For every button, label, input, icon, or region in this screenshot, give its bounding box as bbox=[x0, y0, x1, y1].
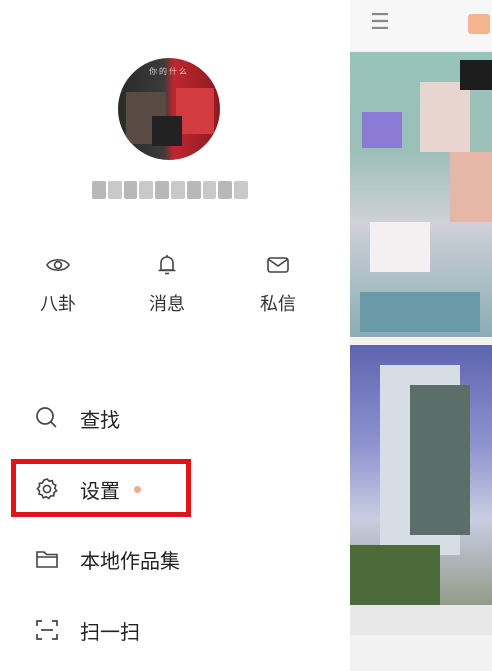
menu-icon[interactable]: ☰ bbox=[370, 10, 390, 35]
feed-header: ☰ bbox=[350, 0, 492, 50]
mail-icon bbox=[267, 257, 289, 273]
settings-highlight-box bbox=[11, 459, 191, 517]
menu-item-scan[interactable]: 扫一扫 bbox=[34, 610, 140, 650]
avatar[interactable]: 你的什么 bbox=[118, 58, 220, 160]
scan-icon bbox=[36, 620, 58, 640]
menu-item-label: 查找 bbox=[80, 407, 120, 432]
quick-action-label: 私信 bbox=[260, 294, 296, 315]
feed-tab-accent bbox=[468, 14, 490, 34]
feed-card-image[interactable] bbox=[350, 52, 492, 337]
feed-card-image[interactable] bbox=[350, 345, 492, 635]
background-feed: ☰ bbox=[350, 0, 492, 671]
menu-item-label: 扫一扫 bbox=[80, 619, 140, 644]
quick-action-label: 八卦 bbox=[40, 294, 76, 315]
menu-item-local-portfolio[interactable]: 本地作品集 bbox=[34, 539, 180, 579]
menu-item-search[interactable]: 查找 bbox=[34, 398, 120, 438]
quick-action-direct-messages[interactable]: 私信 bbox=[248, 252, 308, 316]
side-drawer: 你的什么 八卦 消息 私信 查找 设置 本地作品集 扫一扫 bbox=[0, 0, 350, 671]
avatar-caption: 你的什么 bbox=[149, 67, 189, 76]
search-icon bbox=[36, 407, 57, 428]
quick-action-label: 消息 bbox=[149, 294, 185, 315]
menu-item-label: 本地作品集 bbox=[80, 548, 180, 573]
quick-action-gossip[interactable]: 八卦 bbox=[28, 252, 88, 316]
bell-icon bbox=[158, 255, 176, 275]
eye-icon bbox=[46, 258, 70, 272]
folder-icon bbox=[36, 551, 58, 568]
quick-action-messages[interactable]: 消息 bbox=[137, 252, 197, 316]
username-blurred bbox=[92, 181, 248, 199]
avatar-pixel-block bbox=[152, 116, 182, 146]
